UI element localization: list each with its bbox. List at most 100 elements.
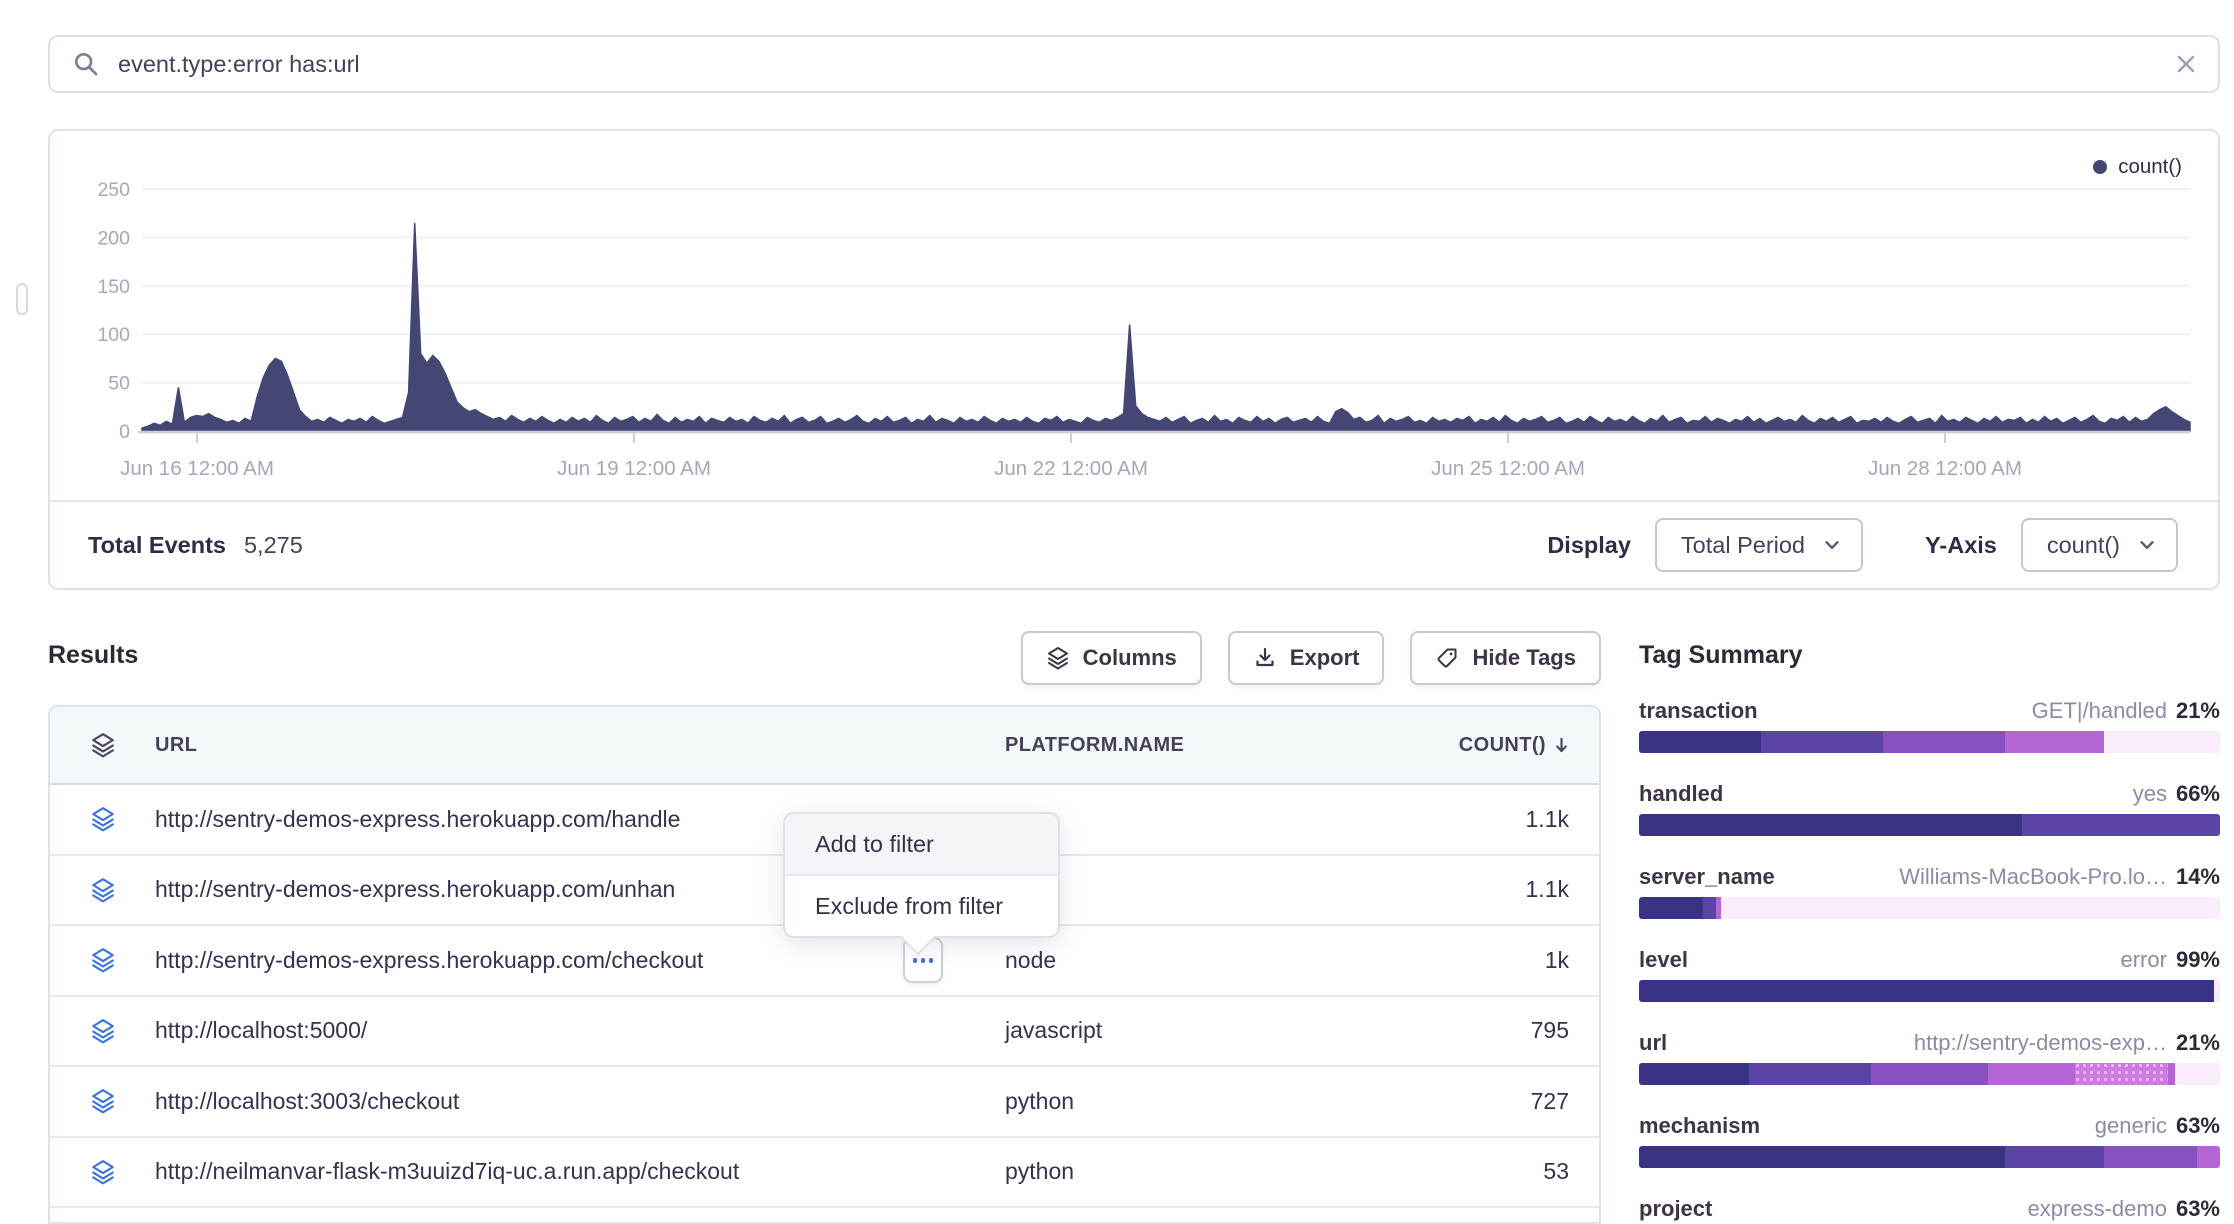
search-bar[interactable]: [48, 35, 2220, 93]
display-dropdown[interactable]: Total Period: [1655, 518, 1863, 572]
svg-text:Jun 19 12:00 AM: Jun 19 12:00 AM: [557, 457, 711, 480]
tag-bar-segment[interactable]: [1639, 1063, 1749, 1085]
tag-bar-segment[interactable]: [2175, 1063, 2220, 1085]
tag-bar-segment[interactable]: [2022, 814, 2220, 836]
tag-name: handled: [1639, 781, 1723, 807]
tag-top-value: yes66%: [2133, 781, 2220, 807]
svg-text:Jun 25 12:00 AM: Jun 25 12:00 AM: [1431, 457, 1585, 480]
hide-tags-button[interactable]: Hide Tags: [1410, 631, 1601, 685]
stack-icon: [1046, 646, 1070, 670]
search-icon: [72, 50, 100, 78]
tag-bar-segment[interactable]: [1749, 1063, 1871, 1085]
chart-legend[interactable]: count(): [2093, 155, 2182, 179]
tag-icon: [1435, 646, 1459, 670]
count-cell[interactable]: 795: [1531, 1017, 1599, 1044]
tag-summary-panel: Tag Summary transaction GET|/handled21% ha…: [1639, 641, 2220, 1224]
tag-name: level: [1639, 947, 1688, 973]
stack-icon: [50, 1159, 155, 1185]
tag-bar-segment[interactable]: [2005, 1146, 2104, 1168]
columns-button[interactable]: Columns: [1021, 631, 1202, 685]
hide-tags-button-label: Hide Tags: [1472, 645, 1576, 671]
count-cell[interactable]: 1.1k: [1526, 806, 1599, 833]
display-label: Display: [1547, 532, 1631, 559]
export-button-label: Export: [1290, 645, 1360, 671]
yaxis-dropdown[interactable]: count(): [2021, 518, 2178, 572]
svg-text:200: 200: [97, 227, 130, 249]
table-row[interactable]: http://localhost:3003/checkoutpython 727: [50, 1067, 1599, 1138]
tag-row-url: urlhttp://sentry-demos-exp…21%: [1639, 1030, 2220, 1085]
display-dropdown-value: Total Period: [1681, 532, 1805, 559]
tag-bar-segment[interactable]: [1761, 731, 1883, 753]
tag-distribution-bar[interactable]: [1639, 1063, 2220, 1085]
tag-distribution-bar[interactable]: [1639, 731, 2220, 753]
platform-cell[interactable]: node: [1005, 947, 1430, 974]
tag-distribution-bar[interactable]: [1639, 814, 2220, 836]
column-header-platform[interactable]: PLATFORM.NAME: [1005, 734, 1430, 757]
count-cell[interactable]: 53: [1543, 1158, 1599, 1185]
url-cell[interactable]: http://localhost:5000/: [155, 1017, 1005, 1044]
tag-bar-segment[interactable]: [1639, 1146, 2005, 1168]
tag-bar-segment[interactable]: [2168, 1063, 2175, 1085]
tag-bar-segment[interactable]: [2075, 1063, 2168, 1085]
legend-series-label: count(): [2118, 155, 2182, 179]
stack-icon: [50, 1018, 155, 1044]
tag-distribution-bar[interactable]: [1639, 980, 2220, 1002]
tag-bar-segment[interactable]: [2197, 1146, 2220, 1168]
tag-bar-segment[interactable]: [2005, 731, 2104, 753]
tag-top-percentage: 14%: [2176, 864, 2220, 889]
column-header-url[interactable]: URL: [155, 734, 1005, 757]
tag-row-handled: handled yes66%: [1639, 781, 2220, 836]
tag-bar-segment[interactable]: [2104, 731, 2220, 753]
results-title: Results: [48, 641, 138, 670]
tag-bar-segment[interactable]: [1703, 897, 1716, 919]
tag-bar-segment[interactable]: [1639, 814, 2022, 836]
column-header-count[interactable]: COUNT(): [1459, 734, 1599, 757]
table-row[interactable]: http://localhost:5000/javascript 795: [50, 997, 1599, 1068]
platform-cell[interactable]: python: [1005, 1088, 1430, 1115]
stack-icon: [50, 1088, 155, 1114]
tag-summary-title: Tag Summary: [1639, 641, 2220, 670]
tag-bar-segment[interactable]: [2214, 980, 2220, 1002]
chart-footer: Total Events 5,275 Display Total Period …: [50, 500, 2218, 588]
tag-distribution-bar[interactable]: [1639, 897, 2220, 919]
tag-bar-segment[interactable]: [1721, 897, 2219, 919]
tag-name: transaction: [1639, 698, 1758, 724]
tag-distribution-bar[interactable]: [1639, 1146, 2220, 1168]
table-row[interactable]: http://neilmanvar-flask-m3uuizd7iq-uc.a.…: [50, 1138, 1599, 1209]
tag-bar-segment[interactable]: [1883, 731, 2005, 753]
platform-cell[interactable]: python: [1005, 1158, 1430, 1185]
tag-name: url: [1639, 1030, 1667, 1056]
count-cell[interactable]: 1k: [1545, 947, 1599, 974]
count-cell[interactable]: 727: [1531, 1088, 1599, 1115]
clear-search-icon[interactable]: [2174, 52, 2198, 76]
platform-cell[interactable]: javascript: [1005, 1017, 1430, 1044]
tag-name: mechanism: [1639, 1113, 1760, 1139]
svg-text:Jun 28 12:00 AM: Jun 28 12:00 AM: [1868, 457, 2022, 480]
url-cell[interactable]: http://neilmanvar-flask-m3uuizd7iq-uc.a.…: [155, 1158, 1005, 1185]
tag-bar-segment[interactable]: [1639, 731, 1761, 753]
menu-item-add-to-filter[interactable]: Add to filter: [785, 814, 1058, 876]
url-cell[interactable]: http://localhost:3003/checkout: [155, 1088, 1005, 1115]
url-cell[interactable]: http://sentry-demos-express.herokuapp.co…: [155, 947, 1005, 974]
svg-text:150: 150: [97, 276, 130, 298]
tag-row-level: levelerror99%: [1639, 947, 2220, 1002]
stack-icon: [50, 947, 155, 973]
tag-bar-segment[interactable]: [1871, 1063, 1987, 1085]
count-cell[interactable]: 1.1k: [1526, 876, 1599, 903]
stack-icon: [50, 877, 155, 903]
svg-text:100: 100: [97, 324, 130, 346]
legend-series-dot: [2093, 160, 2107, 174]
tag-row-mechanism: mechanismgeneric63%: [1639, 1113, 2220, 1168]
results-toolbar: Columns Export Hide Tags: [1021, 631, 1601, 685]
search-input[interactable]: [116, 50, 2174, 79]
tag-top-percentage: 63%: [2176, 1196, 2220, 1221]
tag-bar-segment[interactable]: [1988, 1063, 2075, 1085]
export-button[interactable]: Export: [1228, 631, 1385, 685]
tag-bar-segment[interactable]: [1639, 980, 2214, 1002]
tag-bar-segment[interactable]: [2104, 1146, 2197, 1168]
tag-top-value: GET|/handled21%: [2032, 698, 2220, 724]
panel-drag-handle[interactable]: [16, 283, 28, 315]
tag-bar-segment[interactable]: [1639, 897, 1703, 919]
download-icon: [1253, 646, 1277, 670]
stack-icon: [50, 806, 155, 832]
